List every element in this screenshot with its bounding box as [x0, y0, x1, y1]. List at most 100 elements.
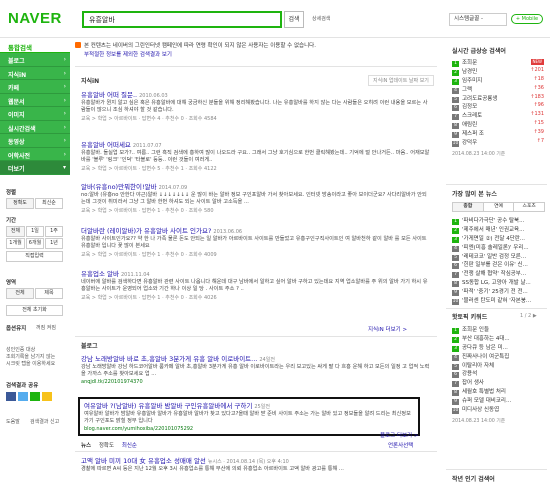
search-button[interactable]: 검색 — [284, 11, 304, 28]
tab-general[interactable]: 종합 — [452, 202, 484, 212]
search-value[interactable]: 유흥알바 — [89, 15, 115, 25]
realtime-item[interactable]: 4 그랙 ↑36 — [452, 85, 544, 94]
area-title-button[interactable]: 제목 — [35, 288, 63, 299]
font-select[interactable]: 시스템글꼴 - — [449, 13, 507, 26]
result-title[interactable]: 유흥업소 알바 — [81, 270, 119, 278]
result-url[interactable]: blog.naver.com/yumihoxiba/220101075292 — [84, 426, 414, 432]
hot-topic-item[interactable]: 8 세월호 특별법 처리 — [452, 387, 544, 397]
header: NAVER 유흥알바 검색 상세검색 시스템글꼴 - + Mobile — [0, 0, 550, 38]
hot-topic-item[interactable]: 6 강용석 — [452, 369, 544, 379]
notice-link[interactable]: 부적절한 정보를 제외한 검색결과 보기 — [84, 51, 431, 60]
period-6month-button[interactable]: 6개월 — [26, 238, 44, 249]
reset-button[interactable]: 전체 초기화 — [6, 305, 63, 316]
news-sort-latest[interactable]: 최신순 — [122, 443, 137, 449]
news-ranking-item[interactable]: 8 SS동합 LG, 고양아 개발 날... — [452, 278, 544, 288]
news-ranking-item[interactable]: 7 '전쟁 살해 협약' 작심공부... — [452, 269, 544, 279]
realtime-item[interactable]: 8 애림린 ↑15 — [452, 120, 544, 130]
result-title[interactable]: 유흥알바 어떠세요 — [81, 141, 131, 149]
news-ranking-item[interactable]: 9 '파적' '중기' 25경기 전 전... — [452, 287, 544, 297]
twitter-icon[interactable] — [18, 392, 28, 401]
hot-topic-list: 1 조희문 인들 2 부산 대흥하는 4대... 3 공다큐 등 남은 미... 4진… — [452, 325, 544, 415]
realtime-item[interactable]: 7 스크레토 ↑131 — [452, 111, 544, 121]
area-all-button[interactable]: 전체 — [6, 288, 34, 299]
sort-latest-button[interactable]: 최신순 — [35, 198, 63, 209]
realtime-item[interactable]: 6 김정모 ↑96 — [452, 102, 544, 112]
share-label: 검색결과 공유 — [6, 383, 39, 389]
nav-item-image[interactable]: 이미지 › — [0, 107, 70, 121]
facebook-icon[interactable] — [6, 392, 16, 401]
kakao-icon[interactable] — [42, 392, 52, 401]
blog-more-link[interactable]: 블로그 더보기 > — [380, 431, 418, 439]
nav-item-blog[interactable]: 블로그 › — [0, 53, 70, 67]
trend-badge: ↑201 — [530, 66, 544, 73]
realtime-item[interactable]: 9 제스퍼 조 ↑39 — [452, 129, 544, 139]
news-ranking-item[interactable]: 5 '레테코코' 일반 검정 모른... — [452, 252, 544, 261]
news-ranking-item[interactable]: 6 '힌판 일부를 걷은 이유' 신... — [452, 260, 544, 270]
hot-topic-item[interactable]: 2 부산 대흥하는 4대... — [452, 334, 544, 343]
press-select-link[interactable]: 언론사선택 — [388, 441, 413, 449]
sort-accuracy-button[interactable]: 정확도 — [6, 198, 34, 209]
option-keep-toggle[interactable]: 꺼짐 켜짐 — [36, 324, 56, 331]
period-1year-button[interactable]: 1년 — [45, 238, 63, 249]
nav-label: 지식iN — [8, 71, 27, 79]
hot-topic-item[interactable]: 7 잡어 생사 — [452, 378, 544, 388]
trend-badge: ↑18 — [533, 75, 544, 82]
period-all-button[interactable]: 전체 — [6, 226, 25, 237]
result-title[interactable]: 유흥알바 어떠 질문.. — [81, 91, 137, 99]
jisik-date-link[interactable]: 지식iN 업데이트 날짜 보기 — [368, 75, 434, 86]
nav-label: 블로그 — [8, 58, 25, 65]
hot-topic-item[interactable]: 4 진짜사나이 여군특집 — [452, 352, 544, 361]
realtime-item[interactable]: 10 강덕우 ↑7 — [452, 138, 544, 148]
search-input[interactable]: 유흥알바 — [82, 11, 282, 28]
jisik-more-link[interactable]: 지식iN 더보기 > — [368, 325, 407, 333]
hot-topic-item[interactable]: 10 미디사상 신동엽 — [452, 405, 544, 415]
realtime-item[interactable]: 2 남경민 ↑201 — [452, 67, 544, 76]
period-1week-button[interactable]: 1주 — [45, 226, 63, 237]
band-icon[interactable] — [30, 392, 40, 401]
tab-sports[interactable]: 스포츠 — [513, 202, 546, 212]
hot-topic-item[interactable]: 9 슈퍼 모델 대비코리... — [452, 396, 544, 406]
result-title[interactable]: 알바(유흥no)만뭐한이!알바 — [81, 183, 157, 191]
option-keep-label: 옵션유지 — [6, 326, 27, 332]
result-title[interactable]: 더알바란 (레이알바)가 유흥알바 사이트 인가요? — [81, 227, 211, 235]
hot-topic-pager[interactable]: 1 / 2 ▶ — [520, 313, 537, 319]
nav-item-web[interactable]: 웹문서 › — [0, 93, 70, 107]
news-sort-accuracy[interactable]: 정확도 — [99, 443, 114, 449]
direct-input-button[interactable]: 직접입력 — [6, 251, 63, 262]
detail-search-link[interactable]: 상세검색 — [312, 15, 330, 22]
naver-logo[interactable]: NAVER — [8, 10, 62, 27]
realtime-item[interactable]: 5 고려도료공룡생 ↑183 — [452, 94, 544, 103]
hot-topic-item[interactable]: 1 조희문 인들 — [452, 325, 544, 334]
nav-title[interactable]: 통합검색 — [0, 38, 70, 53]
result-title[interactable]: 고액 알바 미끼 10대 女 유흥업소 성매매 알선 — [81, 457, 206, 465]
news-ranking-list: 1 '파비다가극단' 공수 탈북... 2 '제주에서 매년' 인권교육... 3 '… — [452, 216, 544, 306]
report-link[interactable]: 검색결과 신고 — [30, 418, 59, 425]
nav-item-cafe[interactable]: 카페 › — [0, 80, 70, 94]
result-title[interactable]: 여유알바 ?(남알바) 유흥알바 밤알바 구인유흥알바에서 구하기 — [84, 402, 252, 410]
tab-entertainment[interactable]: 연예 — [482, 202, 515, 212]
news-ranking-item[interactable]: 2 '제주에서 매년' 인권교육... — [452, 225, 544, 234]
result-url[interactable]: anqjdl.tk/220101974370 — [81, 379, 431, 385]
realtime-item[interactable]: 3 임주미지 ↑18 — [452, 76, 544, 85]
nav-item-more[interactable]: 더보기 ▾ — [0, 161, 70, 175]
news-ranking-item[interactable]: 3 '가게면일 ②) 전달 4단란... — [452, 234, 544, 243]
rank-badge: 10 — [452, 141, 459, 148]
nav-item-dict[interactable]: 어학사전 › — [0, 147, 70, 161]
period-1month-button[interactable]: 1개월 — [6, 238, 25, 249]
divider — [75, 66, 437, 67]
result-title[interactable]: 강남 노래방알바 바로 초,흥알바 3분가게 유흥 알바 이로바이트... — [81, 355, 257, 363]
period-1day-button[interactable]: 1일 — [26, 226, 44, 237]
news-ranking-item[interactable]: 1 '파비다가극단' 공수 탈북... — [452, 216, 544, 225]
hot-topic-item[interactable]: 3 공다큐 등 남은 미... — [452, 343, 544, 352]
help-link[interactable]: 도움말 — [6, 418, 20, 425]
realtime-item[interactable]: 1 조희문 NEW — [452, 58, 544, 67]
hot-topic-item[interactable]: 5 이탈리아 자체 — [452, 361, 544, 370]
news-ranking-item[interactable]: 10 '블러센 탄도미 같혀 '자본붕... — [452, 296, 544, 306]
nav-item-video[interactable]: 동영상 › — [0, 134, 70, 148]
news-ranking-item[interactable]: 4 '피엔(미흥 솔레일론)' 우리... — [452, 243, 544, 252]
mobile-button[interactable]: + Mobile — [511, 14, 543, 24]
nav-item-jisik[interactable]: 지식iN › — [0, 66, 70, 80]
topic: 잡어 생사 — [462, 380, 484, 387]
result-date: 2014.07.09 — [158, 185, 188, 191]
nav-item-realtime[interactable]: 실시간검색 › — [0, 120, 70, 134]
